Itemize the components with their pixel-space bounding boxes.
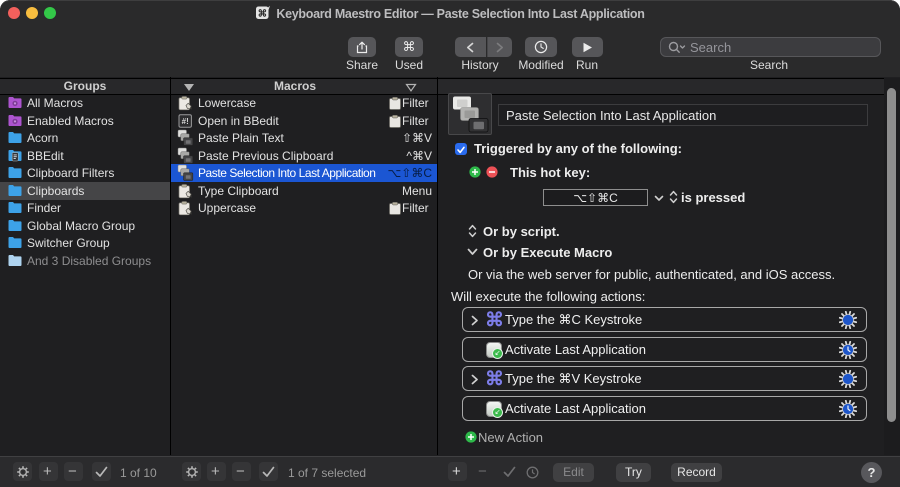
- svg-text:#!: #!: [182, 117, 189, 126]
- svg-text:⌘: ⌘: [258, 8, 267, 19]
